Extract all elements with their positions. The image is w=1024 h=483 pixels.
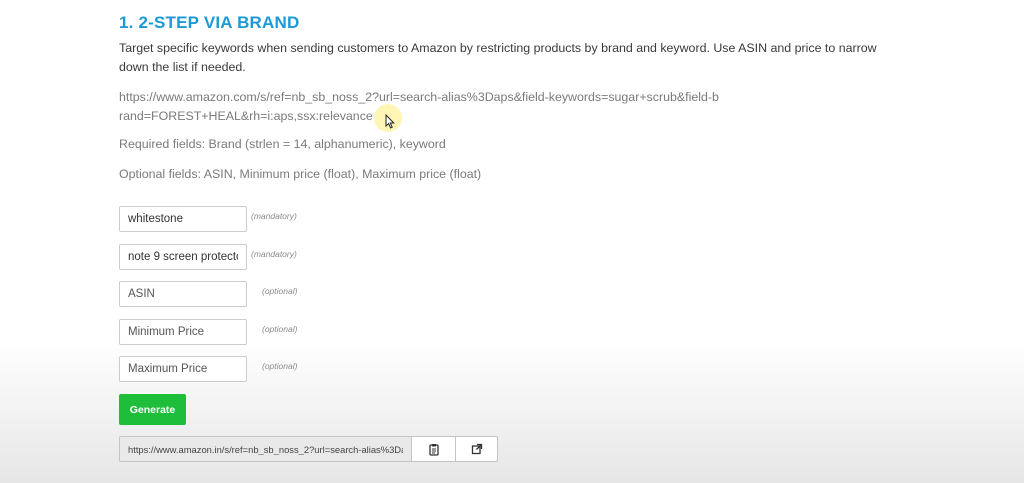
generate-button[interactable]: Generate xyxy=(119,394,186,425)
max-price-optional-hint: (optional) xyxy=(262,361,298,371)
asin-optional-hint: (optional) xyxy=(262,286,298,296)
section-description: Target specific keywords when sending cu… xyxy=(119,41,877,74)
external-link-icon xyxy=(456,443,497,455)
generated-url-field[interactable] xyxy=(119,436,412,462)
open-url-button[interactable] xyxy=(455,436,498,462)
asin-input[interactable] xyxy=(119,281,247,307)
clipboard-icon xyxy=(412,443,455,456)
optional-fields-note: Optional fields: ASIN, Minimum price (fl… xyxy=(119,167,482,181)
generated-url-group xyxy=(119,436,499,462)
keyword-mandatory-hint: (mandatory) xyxy=(251,249,297,259)
brand-input[interactable] xyxy=(119,206,247,232)
brand-mandatory-hint: (mandatory) xyxy=(251,211,297,221)
keyword-input[interactable] xyxy=(119,244,247,270)
section-title: 1. 2-STEP VIA BRAND xyxy=(119,13,300,32)
example-url: https://www.amazon.com/s/ref=nb_sb_noss_… xyxy=(119,90,719,123)
min-price-input[interactable] xyxy=(119,319,247,345)
copy-url-button[interactable] xyxy=(412,436,455,462)
min-price-optional-hint: (optional) xyxy=(262,324,298,334)
mouse-cursor-icon xyxy=(385,113,395,134)
required-fields-note: Required fields: Brand (strlen = 14, alp… xyxy=(119,137,446,151)
max-price-input[interactable] xyxy=(119,356,247,382)
